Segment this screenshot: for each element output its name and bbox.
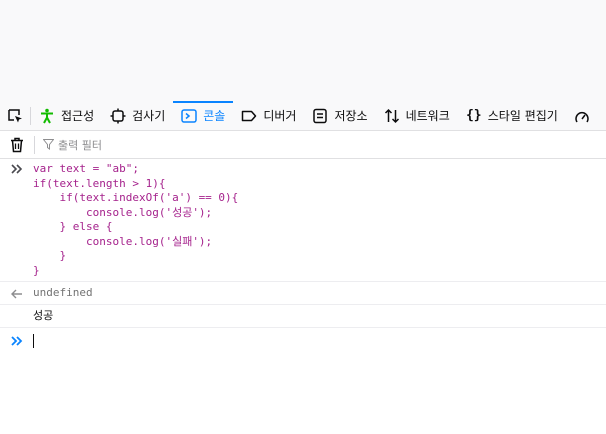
element-picker-icon [8, 108, 22, 122]
filter-output-input[interactable]: 출력 필터 [35, 137, 102, 153]
console-log-message: 성공 [0, 305, 606, 328]
tab-storage[interactable]: 저장소 [304, 101, 375, 130]
tab-inspector[interactable]: 검사기 [102, 101, 173, 130]
tab-network[interactable]: 네트워크 [376, 101, 458, 130]
tab-style-editor-label: 스타일 편집기 [487, 109, 558, 123]
tab-console-label: 콘솔 [203, 109, 226, 123]
filter-placeholder: 출력 필터 [58, 138, 102, 152]
tab-console[interactable]: 콘솔 [173, 101, 234, 130]
text-cursor [33, 334, 34, 348]
filter-icon [43, 139, 54, 150]
console-toolbar: 출력 필터 [0, 131, 606, 159]
tab-style-editor[interactable]: {} 스타일 편집기 [458, 101, 566, 130]
code-line: console.log('성공'); [33, 205, 213, 219]
input-code-block: var text = "ab"; if(text.length > 1){ if(… [0, 159, 606, 281]
result-arrow-icon [11, 289, 22, 299]
code-line: console.log('실패'); [33, 234, 213, 248]
accessibility-icon [39, 108, 55, 124]
input-chevron-icon [11, 164, 23, 174]
result-value: undefined [33, 286, 93, 299]
devtools-tabbar: 접근성 검사기 콘솔 디버거 저장소 네트워크 {} 스타일 편집기 [0, 101, 606, 131]
storage-icon [312, 108, 328, 124]
tab-network-label: 네트워크 [405, 109, 450, 123]
code-line: if(text.length > 1){ [33, 176, 166, 190]
console-input-prompt[interactable] [0, 328, 606, 354]
tab-debugger[interactable]: 디버거 [233, 101, 304, 130]
element-picker-button[interactable] [0, 101, 30, 130]
debugger-icon [241, 108, 257, 124]
tab-inspector-label: 검사기 [132, 109, 166, 123]
code-line: } else { [33, 220, 113, 233]
log-output: 성공 [33, 309, 54, 322]
console-output: var text = "ab"; if(text.length > 1){ if(… [0, 159, 606, 354]
console-input-message: var text = "ab"; if(text.length > 1){ if(… [0, 159, 606, 282]
clear-console-button[interactable] [0, 131, 34, 158]
code-line: if(text.indexOf('a') == 0){ [33, 191, 239, 204]
trash-icon [11, 137, 23, 152]
inspector-icon [110, 108, 126, 124]
tab-performance[interactable] [566, 101, 604, 130]
performance-icon [574, 108, 590, 124]
tab-accessibility-label: 접근성 [61, 109, 95, 123]
style-editor-icon: {} [465, 108, 482, 123]
console-icon [181, 108, 197, 124]
network-icon [384, 108, 400, 124]
prompt-chevron-icon [11, 336, 23, 346]
code-line: } [33, 249, 67, 262]
code-line: var text = "ab"; [33, 162, 139, 175]
tab-storage-label: 저장소 [334, 109, 368, 123]
tab-accessibility[interactable]: 접근성 [31, 101, 102, 130]
tab-debugger-label: 디버거 [263, 109, 297, 123]
page-content-area [0, 0, 606, 101]
code-line: } [33, 263, 40, 277]
console-result-message: undefined [0, 282, 606, 305]
